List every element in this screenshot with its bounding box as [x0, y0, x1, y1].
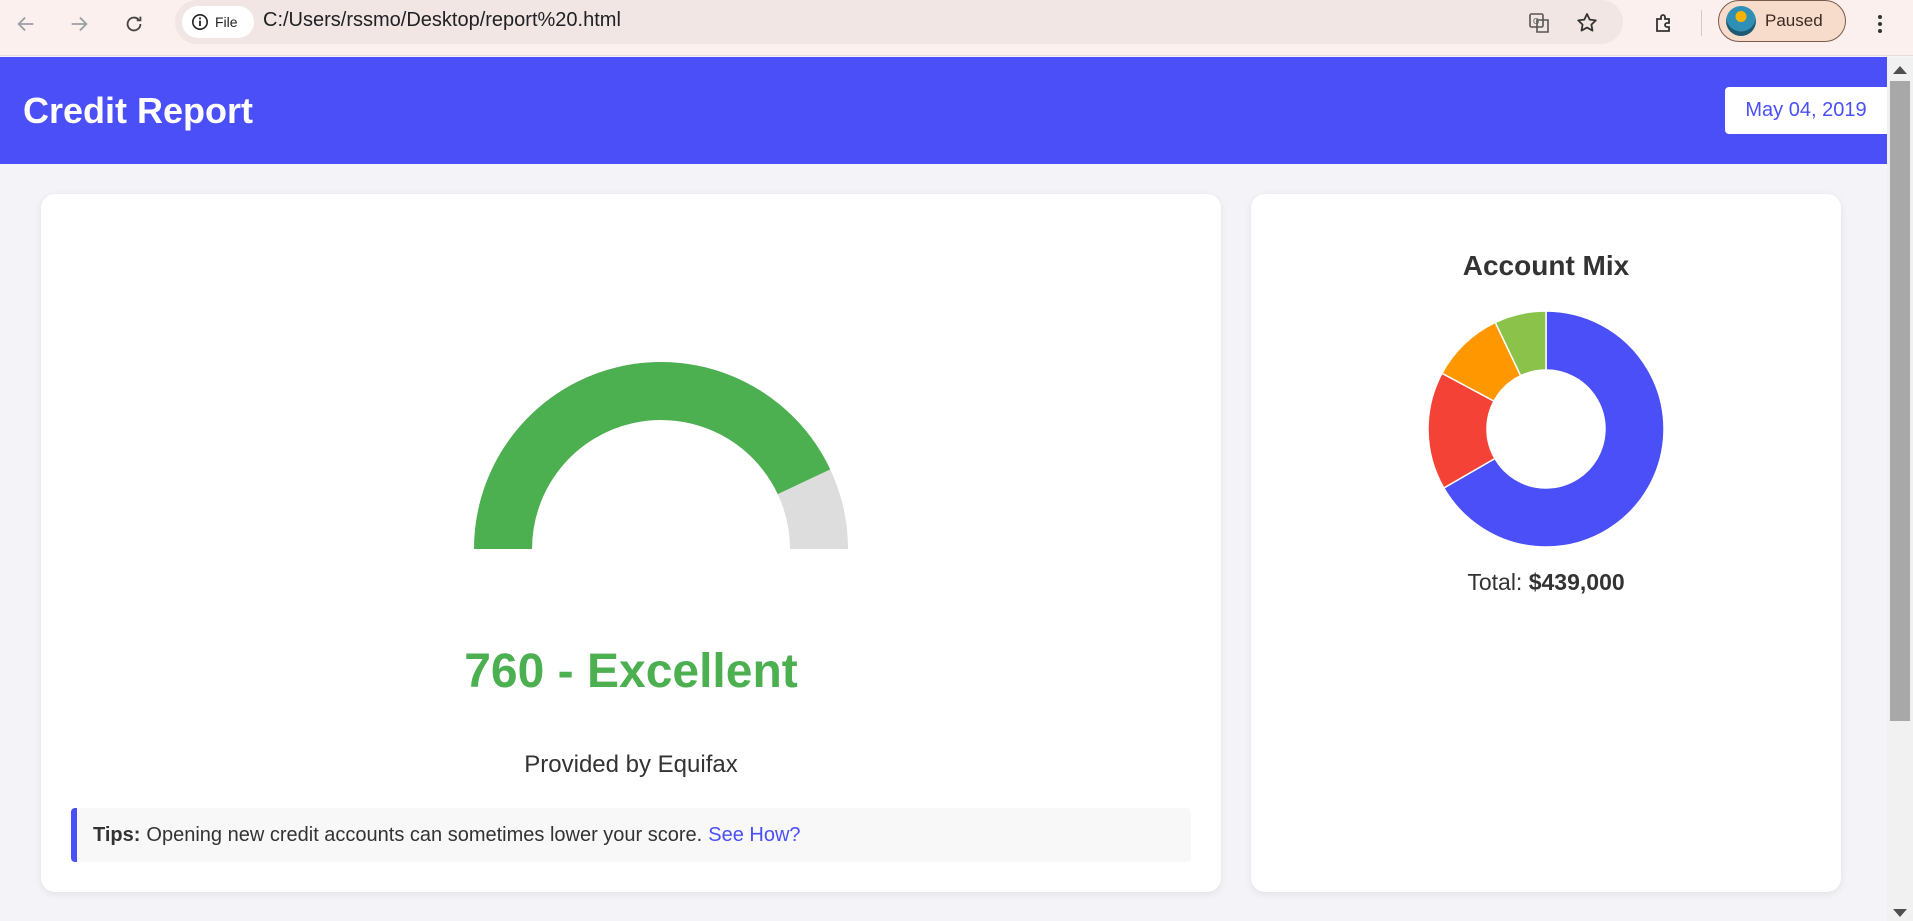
star-icon	[1577, 13, 1597, 32]
tips-label: Tips:	[93, 823, 141, 846]
puzzle-icon	[1656, 14, 1670, 32]
date-badge: May 04, 2019	[1725, 87, 1887, 134]
profile-status: Paused	[1765, 11, 1823, 30]
site-info-chip[interactable]: File	[182, 6, 254, 38]
see-how-link[interactable]: See How?	[708, 824, 800, 847]
extensions-button[interactable]	[1644, 4, 1684, 44]
scroll-thumb[interactable]	[1890, 81, 1910, 721]
toolbar-divider	[1701, 10, 1702, 36]
scrollbar[interactable]	[1887, 57, 1913, 921]
menu-button[interactable]	[1860, 4, 1900, 44]
account-mix-card: Account Mix Total: $439,000	[1251, 194, 1841, 892]
svg-text:G: G	[1533, 17, 1539, 26]
scroll-up-icon[interactable]	[1893, 66, 1907, 74]
kebab-menu-icon	[1878, 15, 1882, 33]
forward-button[interactable]	[61, 6, 97, 42]
profile-button[interactable]: Paused	[1718, 0, 1846, 42]
credit-score: 760 - Excellent	[464, 645, 798, 698]
gauge-fill	[474, 362, 831, 550]
account-mix-donut	[1427, 310, 1665, 548]
total-label: Total:	[1467, 569, 1523, 595]
browser-toolbar: File C:/Users/rssmo/Desktop/report%20.ht…	[0, 0, 1913, 56]
credit-score-card: 760 - Excellent Provided by Equifax Tips…	[41, 194, 1221, 892]
url-text[interactable]: C:/Users/rssmo/Desktop/report%20.html	[263, 0, 621, 44]
arrow-left-icon	[17, 16, 34, 32]
avatar	[1726, 6, 1756, 36]
bookmark-button[interactable]	[1570, 6, 1604, 40]
info-icon	[191, 13, 209, 31]
account-mix-title: Account Mix	[1462, 250, 1630, 281]
page-header: Credit Report May 04, 2019	[0, 57, 1887, 164]
score-gauge	[474, 362, 848, 550]
translate-icon: G	[1529, 13, 1549, 33]
page-title: Credit Report	[23, 90, 254, 131]
reload-icon	[126, 16, 142, 32]
tips-text: Opening new credit accounts can sometime…	[146, 823, 703, 846]
reload-button[interactable]	[116, 6, 152, 42]
site-chip-label: File	[215, 14, 238, 30]
account-mix-total: Total: $439,000	[1251, 569, 1841, 596]
tips-box: Tips: Opening new credit accounts can so…	[71, 808, 1191, 862]
translate-button[interactable]: G	[1523, 6, 1557, 40]
back-button[interactable]	[8, 6, 44, 42]
address-bar[interactable]: File C:/Users/rssmo/Desktop/report%20.ht…	[175, 0, 1623, 44]
score-provider: Provided by Equifax	[524, 751, 738, 778]
arrow-right-icon	[71, 16, 88, 32]
total-value: $439,000	[1528, 569, 1625, 595]
scroll-down-icon[interactable]	[1893, 909, 1907, 917]
